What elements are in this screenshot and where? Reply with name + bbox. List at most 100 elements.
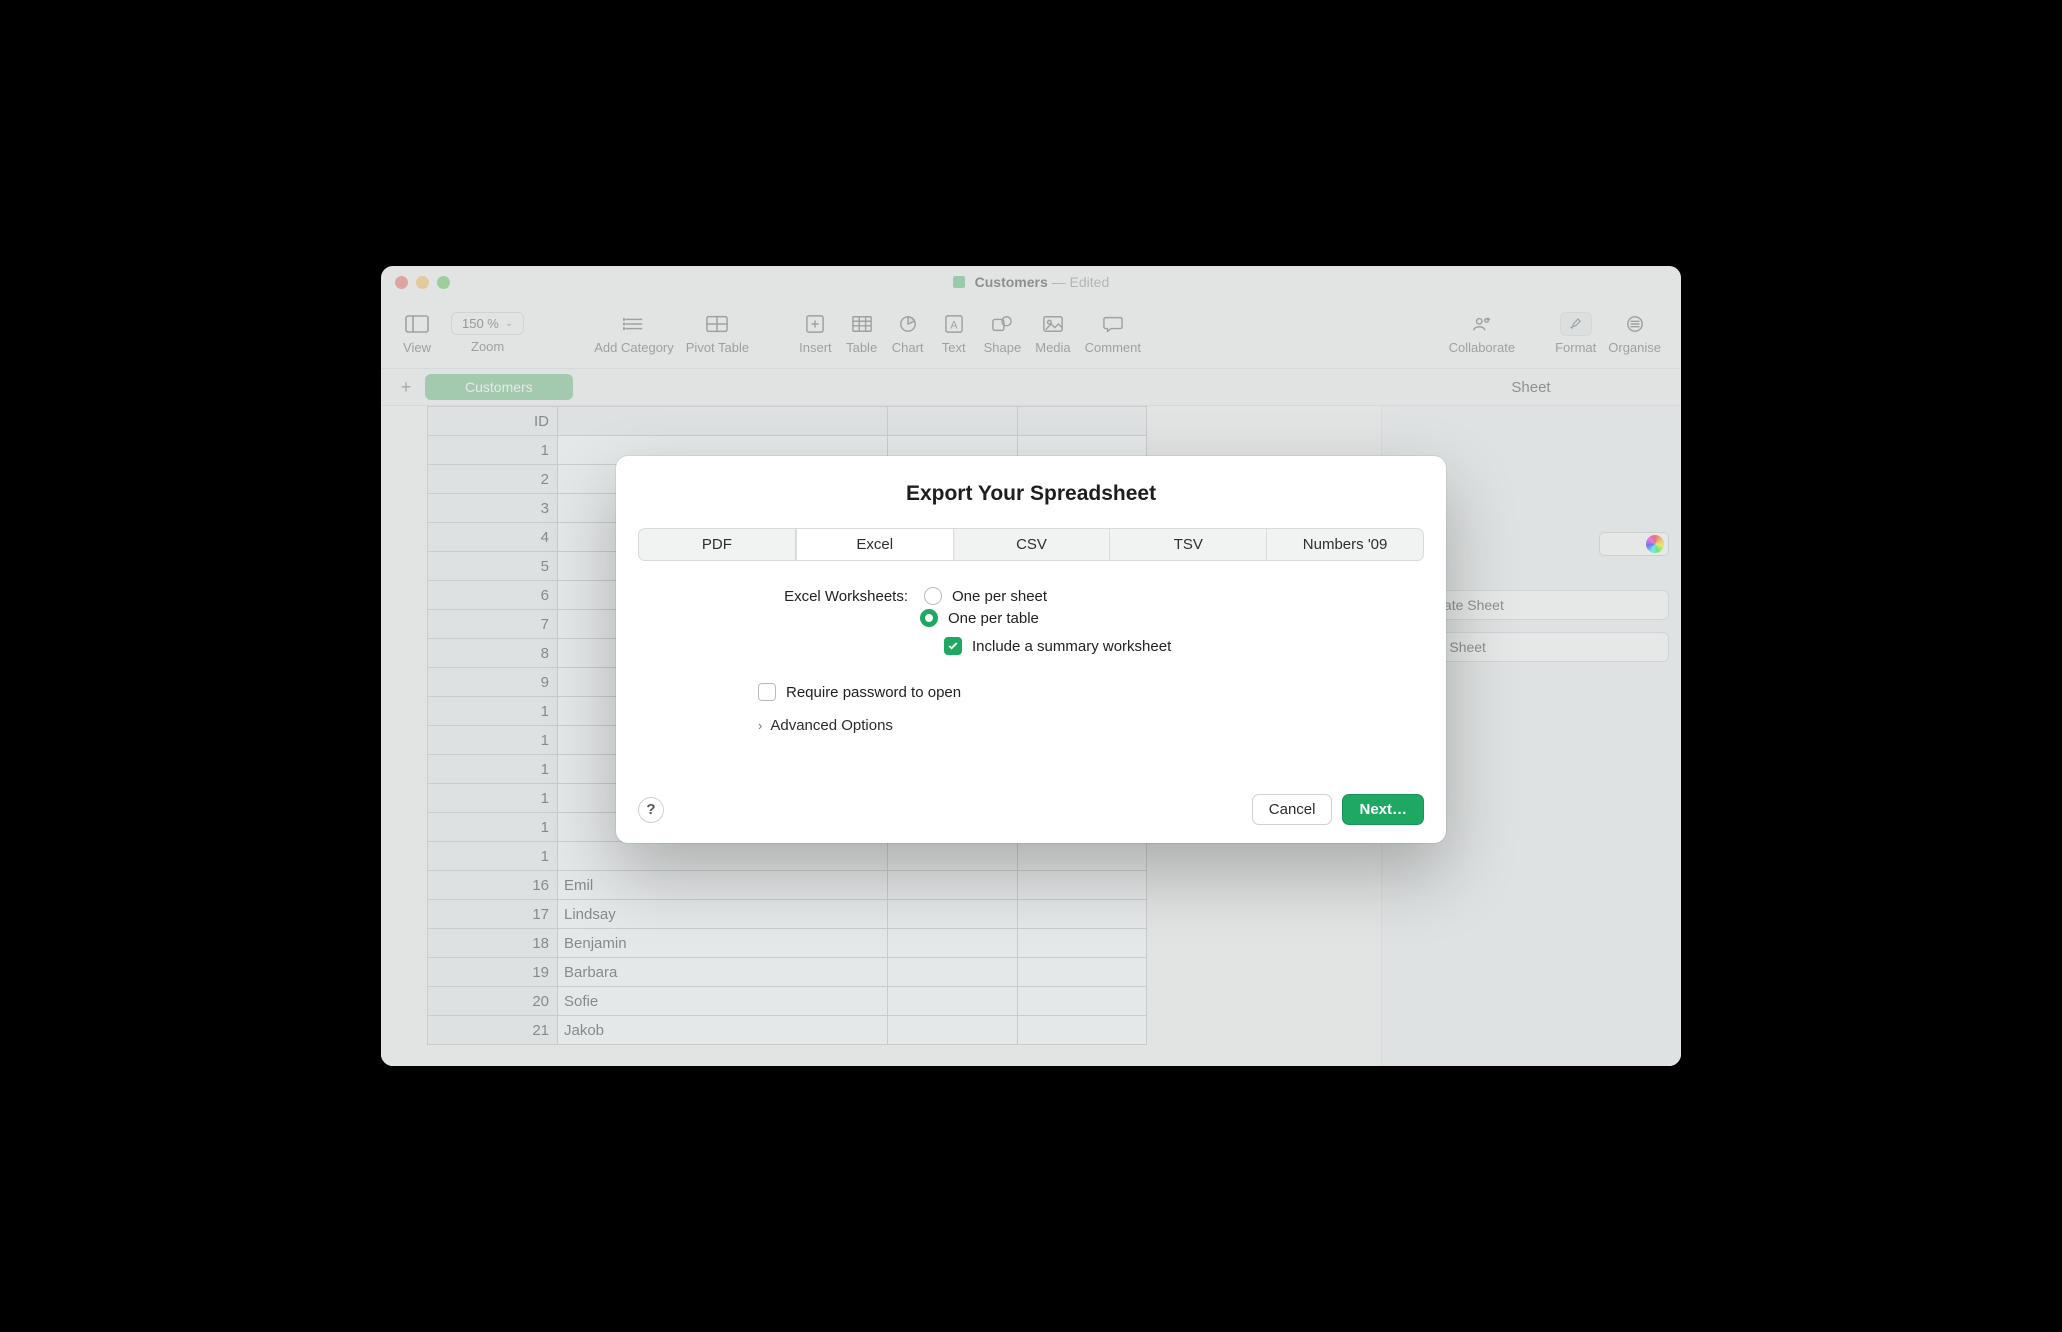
table-button[interactable]: Table <box>846 312 878 355</box>
cell[interactable] <box>558 842 888 871</box>
cell[interactable] <box>888 871 1018 900</box>
cell[interactable]: 21 <box>428 1016 558 1045</box>
inspector-title: Sheet <box>1381 379 1681 396</box>
text-button[interactable]: A Text <box>938 312 970 355</box>
cell[interactable]: Emil <box>558 871 888 900</box>
cell[interactable]: 1 <box>428 784 558 813</box>
cell[interactable]: 1 <box>428 436 558 465</box>
cell[interactable] <box>888 1016 1018 1045</box>
cell[interactable]: 19 <box>428 958 558 987</box>
titlebar: Customers — Edited <box>381 266 1681 298</box>
cell[interactable]: 1 <box>428 697 558 726</box>
cell[interactable]: 1 <box>428 842 558 871</box>
list-icon <box>618 312 650 336</box>
cell[interactable] <box>1017 958 1147 987</box>
cell[interactable]: 1 <box>428 726 558 755</box>
radio-one-per-table-label: One per table <box>948 610 1039 627</box>
format-button[interactable]: Format <box>1555 312 1596 355</box>
cell[interactable]: 5 <box>428 552 558 581</box>
cell[interactable]: 17 <box>428 900 558 929</box>
cell[interactable] <box>888 987 1018 1016</box>
sliders-icon <box>1619 312 1651 336</box>
cell[interactable] <box>888 929 1018 958</box>
cell[interactable] <box>1017 871 1147 900</box>
cell[interactable]: 20 <box>428 987 558 1016</box>
pie-chart-icon <box>892 312 924 336</box>
zoom-control[interactable]: 150 % ⌄ Zoom <box>451 312 524 354</box>
worksheets-label: Excel Worksheets: <box>758 588 908 605</box>
cell[interactable] <box>1017 842 1147 871</box>
collaborate-icon <box>1466 312 1498 336</box>
cell[interactable]: 9 <box>428 668 558 697</box>
organise-button[interactable]: Organise <box>1608 312 1661 355</box>
cell[interactable] <box>558 407 888 436</box>
shape-button[interactable]: Shape <box>984 312 1022 355</box>
speech-bubble-icon <box>1097 312 1129 336</box>
comment-button[interactable]: Comment <box>1085 312 1141 355</box>
plus-square-icon <box>799 312 831 336</box>
radio-one-per-sheet[interactable] <box>924 587 942 605</box>
cancel-button[interactable]: Cancel <box>1252 794 1333 825</box>
cell[interactable] <box>1017 929 1147 958</box>
view-button[interactable]: View <box>401 312 433 355</box>
add-sheet-button[interactable]: + <box>395 376 417 398</box>
cell[interactable] <box>888 900 1018 929</box>
text-icon: A <box>938 312 970 336</box>
paintbrush-icon <box>1560 312 1592 336</box>
next-button[interactable]: Next… <box>1342 794 1424 825</box>
color-well[interactable] <box>1599 532 1669 556</box>
checkbox-include-summary[interactable] <box>944 637 962 655</box>
export-tab-numbers-09[interactable]: Numbers '09 <box>1267 529 1423 560</box>
media-button[interactable]: Media <box>1035 312 1070 355</box>
cell[interactable]: 18 <box>428 929 558 958</box>
export-tab-pdf[interactable]: PDF <box>639 529 796 560</box>
chart-button[interactable]: Chart <box>892 312 924 355</box>
cell[interactable]: Benjamin <box>558 929 888 958</box>
cell[interactable] <box>1017 407 1147 436</box>
insert-button[interactable]: Insert <box>799 312 832 355</box>
cell[interactable]: 4 <box>428 523 558 552</box>
cell[interactable]: 2 <box>428 465 558 494</box>
cell[interactable]: 16 <box>428 871 558 900</box>
sheet-tab-bar: + Customers Sheet <box>381 368 1681 406</box>
cell[interactable]: ID <box>428 407 558 436</box>
export-format-tabs: PDFExcelCSVTSVNumbers '09 <box>638 528 1424 561</box>
shape-icon <box>986 312 1018 336</box>
cell[interactable] <box>888 958 1018 987</box>
cell[interactable] <box>888 842 1018 871</box>
export-tab-csv[interactable]: CSV <box>954 529 1111 560</box>
cell[interactable]: Sofie <box>558 987 888 1016</box>
help-button[interactable]: ? <box>638 797 664 823</box>
export-dialog-title: Export Your Spreadsheet <box>638 482 1424 506</box>
cell[interactable] <box>1017 987 1147 1016</box>
document-icon <box>953 276 965 288</box>
export-tab-excel[interactable]: Excel <box>796 529 954 560</box>
checkbox-require-password[interactable] <box>758 683 776 701</box>
cell[interactable]: 3 <box>428 494 558 523</box>
document-name: Customers <box>975 274 1048 290</box>
advanced-options-disclosure[interactable]: › Advanced Options <box>758 717 1424 734</box>
cell[interactable]: 8 <box>428 639 558 668</box>
cell[interactable]: 1 <box>428 755 558 784</box>
export-dialog: Export Your Spreadsheet PDFExcelCSVTSVNu… <box>616 456 1446 843</box>
cell[interactable]: 1 <box>428 813 558 842</box>
cell[interactable] <box>1017 1016 1147 1045</box>
export-tab-tsv[interactable]: TSV <box>1110 529 1267 560</box>
cell[interactable]: 7 <box>428 610 558 639</box>
table-icon <box>846 312 878 336</box>
cell[interactable]: 6 <box>428 581 558 610</box>
cell[interactable] <box>888 407 1018 436</box>
collaborate-button[interactable]: Collaborate <box>1449 312 1516 355</box>
cell[interactable]: Lindsay <box>558 900 888 929</box>
sidebar-icon <box>401 312 433 336</box>
pivot-table-button[interactable]: Pivot Table <box>686 312 749 355</box>
add-category-button[interactable]: Add Category <box>594 312 674 355</box>
pivot-icon <box>701 312 733 336</box>
radio-one-per-table[interactable] <box>920 609 938 627</box>
window-title: Customers — Edited <box>381 274 1681 290</box>
cell[interactable]: Jakob <box>558 1016 888 1045</box>
cell[interactable]: Barbara <box>558 958 888 987</box>
cell[interactable] <box>1017 900 1147 929</box>
sheet-tab-customers[interactable]: Customers <box>425 374 573 400</box>
chevron-right-icon: › <box>758 718 762 733</box>
